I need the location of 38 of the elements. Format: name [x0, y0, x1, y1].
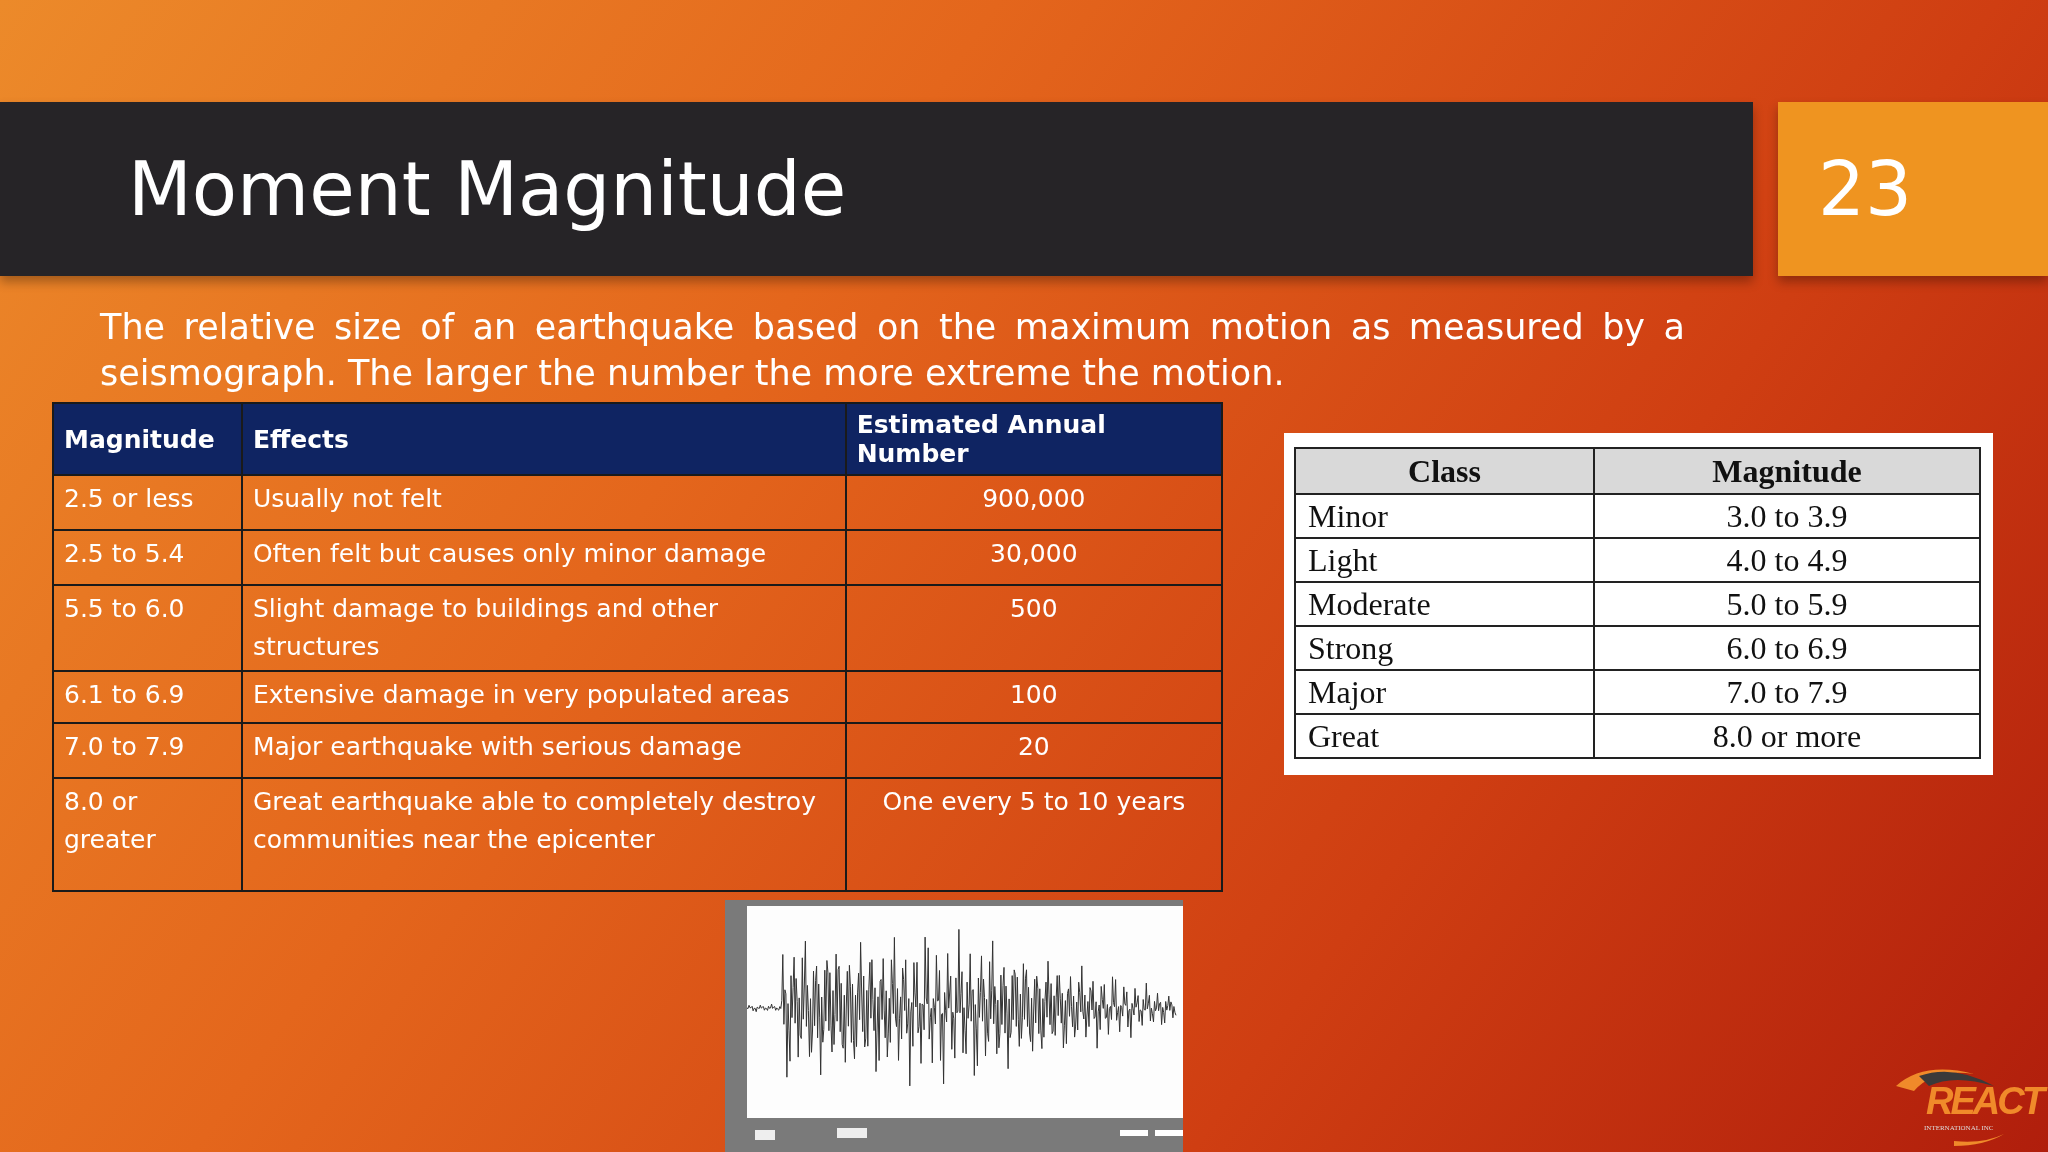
- table-cell: 3.0 to 3.9: [1594, 494, 1980, 538]
- table-cell: 5.5 to 6.0: [53, 585, 242, 671]
- table-cell: 20: [845, 723, 1222, 778]
- table-cell: Usually not felt: [241, 475, 846, 530]
- table-cell: 30,000: [845, 530, 1222, 585]
- description-text: The relative size of an earthquake based on the maximum motion as measured by a seismograph. The larger the number the more extreme the motion.: [100, 306, 1685, 395]
- table-cell: 6.0 to 6.9: [1594, 626, 1980, 670]
- column-header: Effects: [241, 403, 846, 475]
- table-cell: One every 5 to 10 years: [845, 778, 1222, 891]
- column-header: Magnitude: [1594, 448, 1980, 494]
- table-cell: 7.0 to 7.9: [53, 723, 242, 778]
- table-cell: 8.0 or more: [1594, 714, 1980, 758]
- table-cell: 100: [845, 671, 1222, 723]
- table-cell: 6.1 to 6.9: [53, 671, 242, 723]
- slide-title: Moment Magnitude: [128, 146, 847, 232]
- table-cell: 2.5 or less: [53, 475, 242, 530]
- column-header: Estimated Annual Number: [845, 403, 1222, 475]
- table-cell: Often felt but causes only minor damage: [241, 530, 846, 585]
- table-cell: Minor: [1295, 494, 1594, 538]
- table-cell: 4.0 to 4.9: [1594, 538, 1980, 582]
- table-cell: Strong: [1295, 626, 1594, 670]
- table-cell: 7.0 to 7.9: [1594, 670, 1980, 714]
- slide-number: 23: [1778, 102, 2048, 276]
- column-header: Class: [1295, 448, 1594, 494]
- table-cell: Extensive damage in very populated areas: [241, 671, 846, 723]
- table-cell: 500: [845, 585, 1222, 671]
- table-cell: Slight damage to buildings and other structures: [241, 585, 846, 671]
- table-cell: 8.0 or greater: [53, 778, 242, 891]
- table-cell: Moderate: [1295, 582, 1594, 626]
- column-header: Magnitude: [53, 403, 242, 475]
- table-cell: Light: [1295, 538, 1594, 582]
- table-cell: 2.5 to 5.4: [53, 530, 242, 585]
- table-cell: 5.0 to 5.9: [1594, 582, 1980, 626]
- table-cell: 900,000: [845, 475, 1222, 530]
- table-cell: Great: [1295, 714, 1594, 758]
- table-cell: Great earthquake able to completely destroy communities near the epicenter: [241, 778, 846, 891]
- table-cell: Major earthquake with serious damage: [241, 723, 846, 778]
- table-cell: Major: [1295, 670, 1594, 714]
